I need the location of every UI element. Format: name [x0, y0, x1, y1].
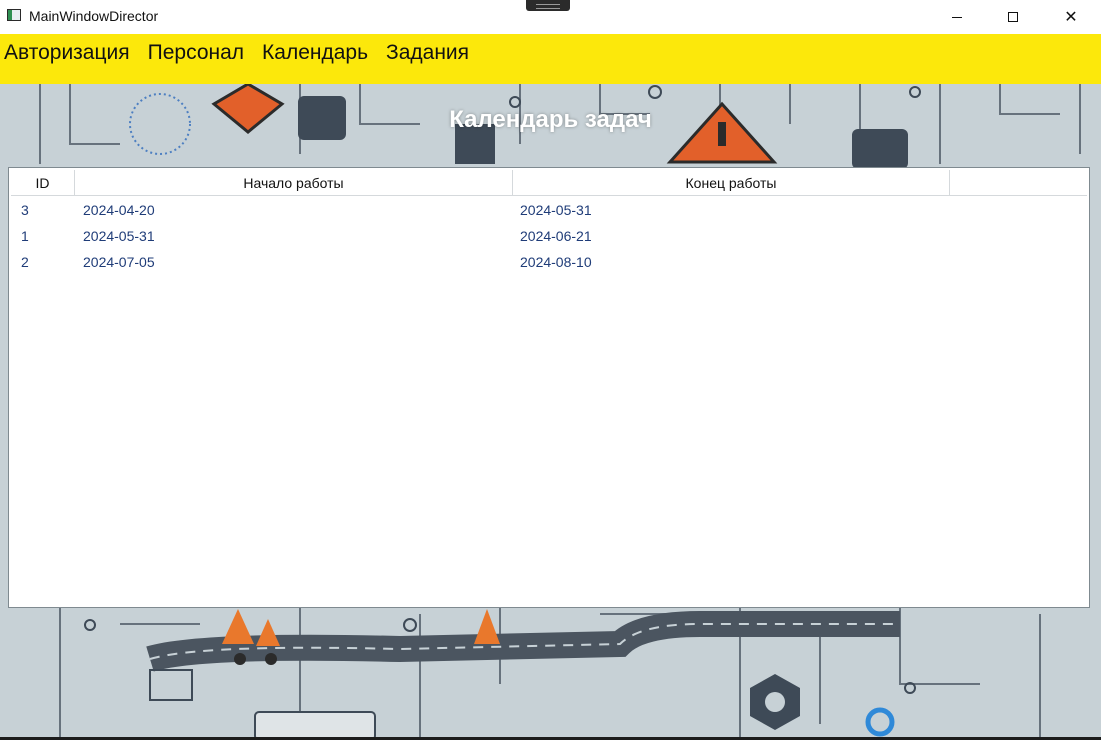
cell-start-date: 2024-04-20 — [83, 202, 155, 218]
cell-id: 1 — [21, 228, 29, 244]
menu-item-personnel[interactable]: Персонал — [139, 34, 253, 65]
menu-item-tasks[interactable]: Задания — [377, 34, 478, 65]
table-row[interactable]: 1 2024-05-31 2024-06-21 — [11, 223, 1087, 249]
cell-id: 3 — [21, 202, 29, 218]
menu-item-calendar[interactable]: Календарь — [253, 34, 377, 65]
main-menu-bar: Авторизация Персонал Календарь Задания — [0, 34, 1101, 84]
cell-end-date: 2024-06-21 — [520, 228, 592, 244]
window-title-bar[interactable]: MainWindowDirector ✕ — [0, 0, 1101, 34]
column-header-start-date[interactable]: Начало работы — [75, 170, 513, 195]
table-row[interactable]: 3 2024-04-20 2024-05-31 — [11, 197, 1087, 223]
app-window-icon — [7, 9, 21, 21]
menu-item-authorization[interactable]: Авторизация — [0, 34, 139, 65]
minimize-button[interactable] — [934, 0, 980, 34]
minimize-icon — [952, 16, 962, 18]
close-icon: ✕ — [1064, 9, 1078, 26]
cell-end-date: 2024-08-10 — [520, 254, 592, 270]
close-button[interactable]: ✕ — [1048, 0, 1094, 34]
task-calendar-grid[interactable]: ID Начало работы Конец работы 3 2024-04-… — [8, 167, 1090, 608]
cell-id: 2 — [21, 254, 29, 270]
cell-start-date: 2024-05-31 — [83, 228, 155, 244]
window-title: MainWindowDirector — [29, 8, 159, 24]
column-header-id[interactable]: ID — [11, 170, 75, 195]
grid-body: 3 2024-04-20 2024-05-31 1 2024-05-31 202… — [11, 197, 1087, 275]
snap-layout-handle[interactable] — [526, 0, 570, 11]
column-header-filler — [950, 170, 1087, 195]
maximize-button[interactable] — [990, 0, 1036, 34]
column-header-end-date[interactable]: Конец работы — [513, 170, 950, 195]
grid-header-row: ID Начало работы Конец работы — [11, 170, 1087, 196]
page-title: Календарь задач — [449, 106, 652, 133]
maximize-icon — [1008, 12, 1018, 22]
cell-start-date: 2024-07-05 — [83, 254, 155, 270]
cell-end-date: 2024-05-31 — [520, 202, 592, 218]
table-row[interactable]: 2 2024-07-05 2024-08-10 — [11, 249, 1087, 275]
